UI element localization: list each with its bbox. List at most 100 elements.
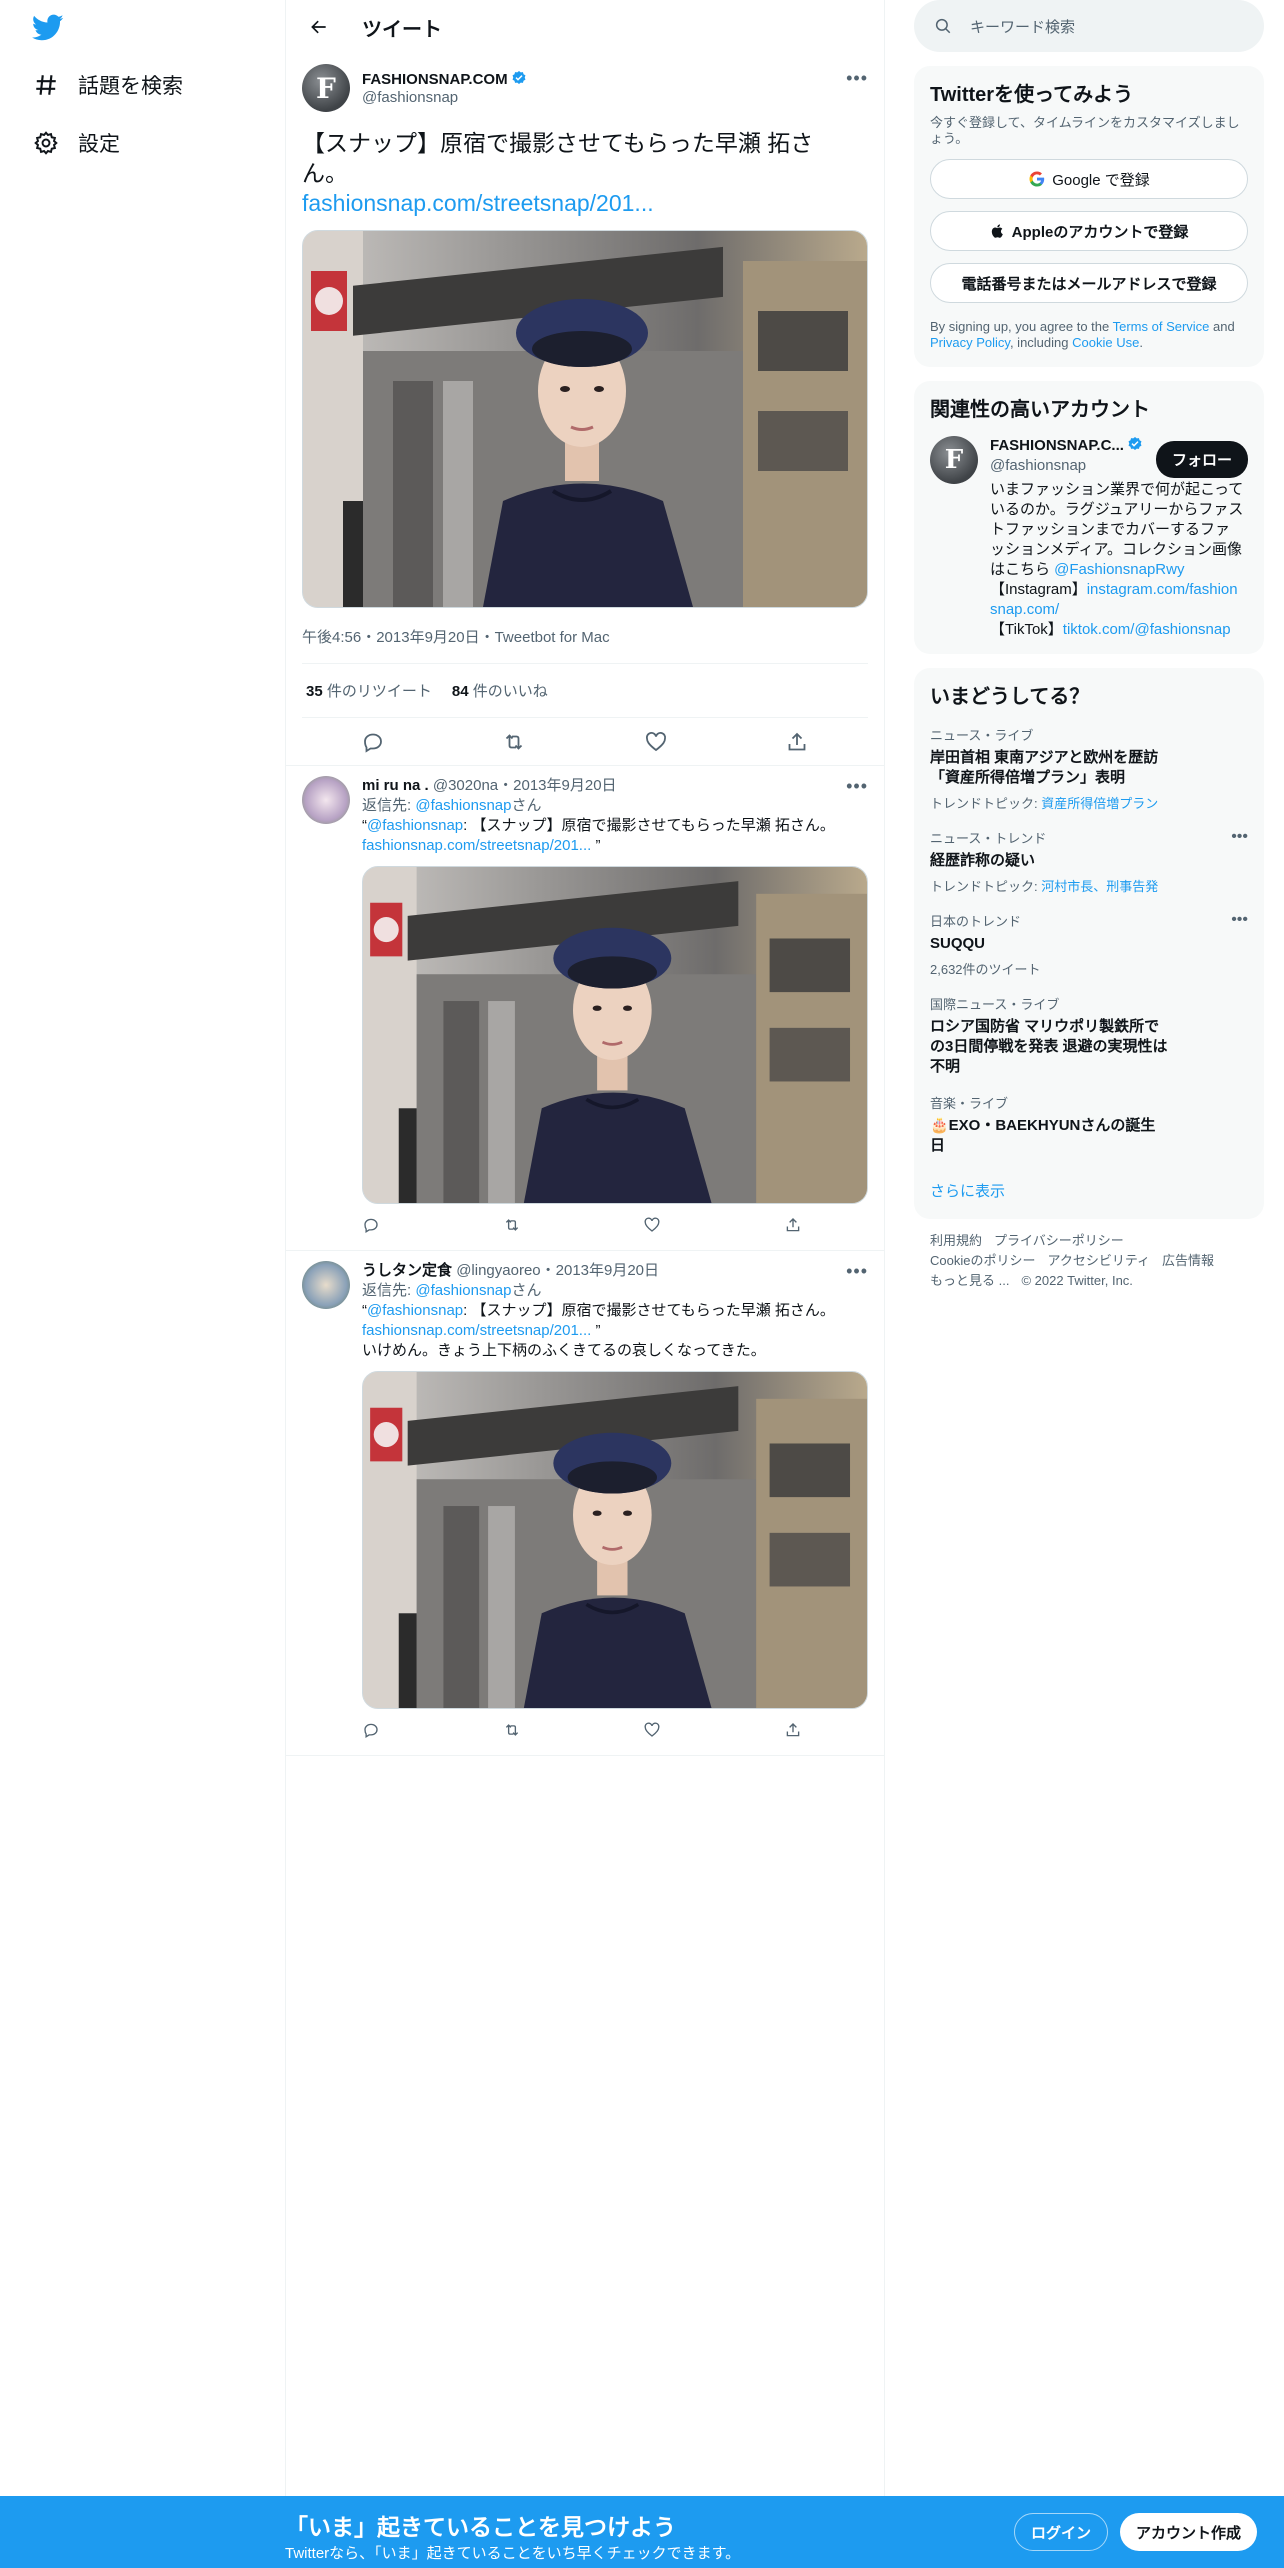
footer-links: 利用規約 プライバシーポリシー Cookieのポリシー アクセシビリティ 広告情報 も… [914, 1219, 1264, 1303]
trend-topic-link[interactable]: 河村市長、刑事告発 [1041, 879, 1158, 894]
share-icon[interactable] [784, 1216, 802, 1234]
author-handle[interactable]: @fashionsnap [362, 89, 527, 106]
retweet-icon[interactable] [502, 730, 526, 754]
main-tweet: F FASHIONSNAP.COM @fashionsnap ••• 【スナップ… [286, 54, 884, 766]
retweets-stat[interactable]: 35 件のリツイート [306, 683, 432, 700]
reply-handle-date[interactable]: @3020na・2013年9月20日 [433, 777, 617, 794]
tweet-photo[interactable] [302, 230, 868, 608]
reply-icon[interactable] [361, 730, 385, 754]
reply-icon[interactable] [362, 1216, 380, 1234]
more-options-icon[interactable]: ••• [1231, 828, 1248, 846]
tweet-link[interactable]: fashionsnap.com/streetsnap/201... [302, 188, 868, 218]
retweet-icon[interactable] [503, 1216, 521, 1234]
twitter-logo-icon[interactable] [31, 14, 64, 42]
back-button[interactable] [302, 10, 336, 44]
trend-title: 岸田首相 東南アジアと欧州を歴訪「資産所得倍増プラン」表明 [930, 749, 1159, 786]
reply-link[interactable]: fashionsnap.com/streetsnap/201... [362, 1322, 591, 1339]
footer-link[interactable]: 広告情報 [1162, 1253, 1214, 1268]
cookie-link[interactable]: Cookie Use [1072, 335, 1139, 350]
login-button[interactable]: ログイン [1014, 2513, 1109, 2551]
avatar[interactable]: F [930, 436, 978, 484]
verified-badge-icon [1127, 436, 1143, 452]
banner-title: 「いま」起きていることを見つけよう [285, 2514, 676, 2540]
bio-link[interactable]: @FashionsnapRwy [1054, 561, 1184, 578]
show-more-link[interactable]: さらに表示 [930, 1180, 1248, 1201]
trend-count: 2,632件のツイート [930, 962, 1041, 977]
more-options-icon[interactable]: ••• [1231, 911, 1248, 929]
nav-explore[interactable]: 話題を検索 [32, 70, 183, 100]
trend-topic-link[interactable]: 資産所得倍増プラン [1041, 796, 1158, 811]
trends-title: いまどうしてる？ [930, 686, 1090, 708]
tweet-timestamp[interactable]: 午後4:56・2013年9月20日・Tweetbot for Mac [302, 626, 868, 664]
mention-link[interactable]: @fashionsnap [367, 817, 463, 834]
reply-photo[interactable] [362, 1371, 868, 1709]
trend-item[interactable]: 日本のトレンド ••• SUQQU 2,632件のツイート [930, 911, 1248, 978]
create-account-button[interactable]: アカウント作成 [1120, 2513, 1258, 2551]
trend-category: 国際ニュース・ライブ [930, 997, 1060, 1012]
more-options-icon[interactable]: ••• [846, 1261, 868, 1282]
footer-link[interactable]: Cookieのポリシー [930, 1253, 1035, 1268]
reply-author-name[interactable]: mi ru na . [362, 777, 429, 794]
like-icon[interactable] [643, 1721, 661, 1739]
trend-title: 🎂EXO・BAEKHYUNさんの誕生日 [930, 1117, 1156, 1154]
footer-link[interactable]: 利用規約 [930, 1233, 982, 1248]
like-icon[interactable] [643, 1216, 661, 1234]
reply-tweet[interactable]: mi ru na . @3020na・2013年9月20日 返信先: @fash… [286, 766, 884, 1251]
gear-icon [32, 129, 60, 157]
nav-settings-label: 設定 [78, 133, 120, 156]
page-title: ツイート [362, 18, 442, 41]
signup-terms: By signing up, you agree to the Terms of… [930, 319, 1235, 350]
trend-item[interactable]: ニュース・トレンド ••• 経歴詐称の疑い トレンドトピック: 河村市長、刑事告… [930, 828, 1248, 895]
nav-explore-label: 話題を検索 [78, 75, 183, 98]
bio-link[interactable]: tiktok.com/@fashionsnap [1063, 621, 1231, 638]
mention-link[interactable]: @fashionsnap [415, 1282, 511, 1299]
related-account[interactable]: F FASHIONSNAP.C... @fashionsnap いまファッション… [930, 436, 1248, 640]
related-accounts-card: 関連性の高いアカウント F FASHIONSNAP.C... @fashions… [914, 381, 1264, 654]
trend-item[interactable]: 国際ニュース・ライブ ロシア国防省 マリウポリ製鉄所での3日間停戦を発表 退避の… [930, 994, 1248, 1077]
copyright: © 2022 Twitter, Inc. [1021, 1273, 1133, 1288]
reply-handle-date[interactable]: @lingyaoreo・2013年9月20日 [456, 1262, 659, 1279]
like-icon[interactable] [644, 730, 668, 754]
mention-link[interactable]: @fashionsnap [367, 1302, 463, 1319]
reply-photo[interactable] [362, 866, 868, 1204]
privacy-link[interactable]: Privacy Policy [930, 335, 1010, 350]
related-name[interactable]: FASHIONSNAP.C... [990, 437, 1124, 454]
reply-author-name[interactable]: うしタン定食 [362, 1262, 452, 1279]
reply-link[interactable]: fashionsnap.com/streetsnap/201... [362, 837, 591, 854]
more-options-icon[interactable]: ••• [846, 68, 868, 89]
related-title: 関連性の高いアカウント [930, 399, 1150, 421]
search-input[interactable]: キーワード検索 [970, 16, 1075, 37]
terms-link[interactable]: Terms of Service [1113, 319, 1210, 334]
reply-tweet[interactable]: うしタン定食 @lingyaoreo・2013年9月20日 返信先: @fash… [286, 1251, 884, 1756]
reply-extra-text: いけめん。きょう上下柄のふくきてるの哀しくなってきた。 [362, 1342, 766, 1359]
retweet-icon[interactable] [503, 1721, 521, 1739]
search-bar[interactable]: キーワード検索 [914, 0, 1264, 52]
avatar[interactable]: F [302, 64, 350, 112]
avatar[interactable] [302, 776, 350, 824]
trend-topic: トレンドトピック: 資産所得倍増プラン [930, 796, 1159, 811]
phone-signup-label: 電話番号またはメールアドレスで登録 [961, 275, 1217, 293]
google-icon [1029, 171, 1045, 187]
footer-link[interactable]: もっと見る ... [930, 1273, 1009, 1288]
footer-link[interactable]: プライバシーポリシー [994, 1233, 1124, 1248]
signup-banner: 「いま」起きていることを見つけよう Twitterなら、「いま」起きていることを… [0, 2496, 1284, 2568]
footer-link[interactable]: アクセシビリティ [1047, 1253, 1150, 1268]
trend-title: SUQQU [930, 935, 986, 952]
author-name[interactable]: FASHIONSNAP.COM [362, 71, 508, 88]
google-signup-button[interactable]: Google で登録 [930, 159, 1248, 199]
nav-settings[interactable]: 設定 [32, 128, 120, 158]
follow-button[interactable]: フォロー [1155, 441, 1248, 478]
share-icon[interactable] [784, 1721, 802, 1739]
mention-link[interactable]: @fashionsnap [415, 797, 511, 814]
reply-text: “@fashionsnap: 【スナップ】原宿で撮影させてもらった早瀬 拓さん。 [362, 817, 835, 834]
trend-item[interactable]: 音楽・ライブ 🎂EXO・BAEKHYUNさんの誕生日 [930, 1093, 1248, 1156]
more-options-icon[interactable]: ••• [846, 776, 868, 797]
reply-icon[interactable] [362, 1721, 380, 1739]
likes-stat[interactable]: 84 件のいいね [452, 683, 548, 700]
apple-signup-button[interactable]: Appleのアカウントで登録 [930, 211, 1248, 251]
author-name-row[interactable]: FASHIONSNAP.COM [362, 70, 527, 88]
share-icon[interactable] [785, 730, 809, 754]
phone-email-signup-button[interactable]: 電話番号またはメールアドレスで登録 [930, 263, 1248, 303]
avatar[interactable] [302, 1261, 350, 1309]
trend-item[interactable]: ニュース・ライブ 岸田首相 東南アジアと欧州を歴訪「資産所得倍増プラン」表明 ト… [930, 725, 1248, 812]
